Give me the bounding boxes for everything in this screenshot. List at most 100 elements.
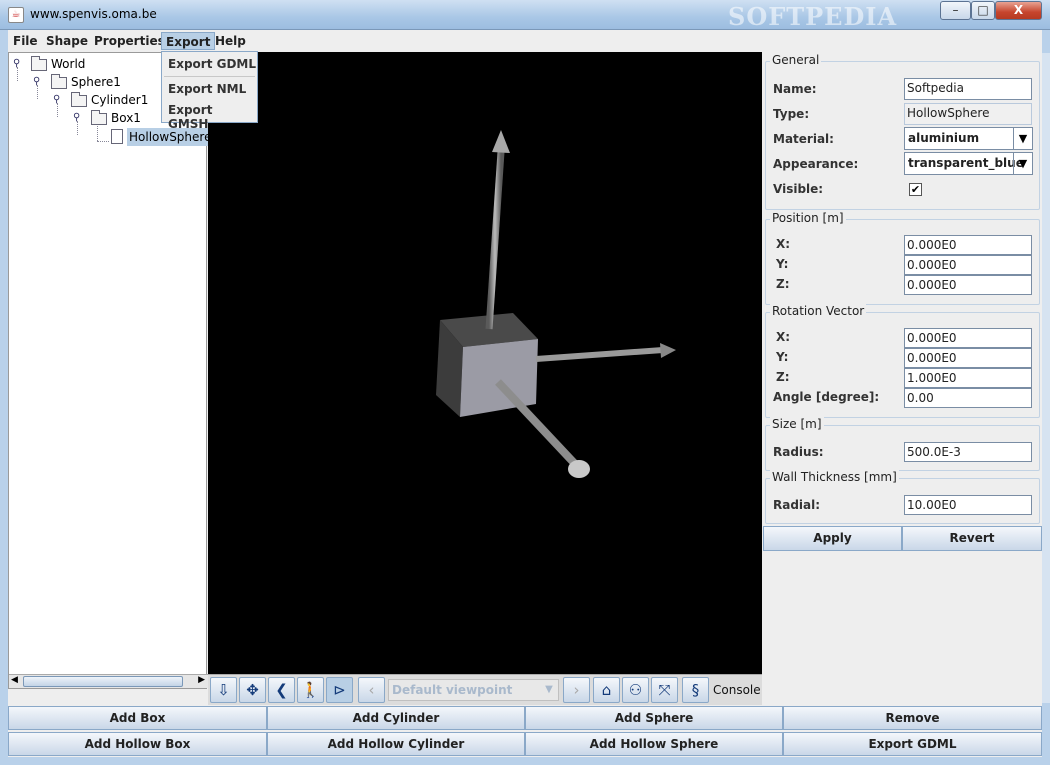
add-hollow-sphere-button[interactable]: Add Hollow Sphere: [525, 732, 783, 756]
name-label: Name:: [773, 82, 817, 96]
appearance-value: transparent_blue: [908, 156, 1024, 170]
home-icon[interactable]: ⌂: [593, 677, 620, 703]
angle-field[interactable]: 0.00: [904, 388, 1032, 408]
menu-file[interactable]: File: [9, 32, 42, 50]
viewpoint-select-value: Default viewpoint: [392, 683, 513, 697]
folder-icon: [31, 56, 47, 71]
menu-help[interactable]: Help: [211, 32, 250, 50]
chevron-down-icon[interactable]: ▼: [540, 680, 558, 700]
rotate-icon[interactable]: ⇩: [210, 677, 237, 703]
document-icon: [111, 129, 123, 144]
visible-checkbox[interactable]: ✔: [909, 183, 922, 196]
viewpoint-prev-icon[interactable]: ‹: [358, 677, 385, 703]
rotation-x-label: X:: [776, 330, 791, 344]
radial-field[interactable]: 10.00E0: [904, 495, 1032, 515]
folder-icon: [91, 110, 107, 125]
group-rotation-vector: Rotation Vector X: 0.000E0 Y: 0.000E0 Z:…: [765, 304, 1040, 418]
position-x-field[interactable]: 0.000E0: [904, 235, 1032, 255]
chevron-down-icon[interactable]: ▼: [1013, 128, 1032, 149]
watermark: SOFTPEDIA: [728, 2, 898, 31]
z-axis-arrowhead: [568, 460, 590, 478]
group-title: Position [m]: [770, 211, 846, 225]
viewpoint-select[interactable]: Default viewpoint ▼: [388, 679, 559, 701]
material-label: Material:: [773, 132, 834, 146]
group-general: General Name: Softpedia Type: HollowSphe…: [765, 53, 1040, 210]
name-field[interactable]: Softpedia: [904, 78, 1032, 100]
viewpoint-next-icon[interactable]: ›: [563, 677, 590, 703]
add-box-button[interactable]: Add Box: [8, 706, 267, 730]
folder-icon: [51, 74, 67, 89]
geometry-tree: ⚲ World ⚲ Sphere1 ⚲ Cylinder1 ⚲ Box1 Hol…: [8, 52, 214, 689]
tree-node-label: Box1: [111, 111, 141, 125]
group-title: Rotation Vector: [770, 304, 867, 318]
pan-icon[interactable]: ✥: [239, 677, 266, 703]
rotation-x-field[interactable]: 0.000E0: [904, 328, 1032, 348]
position-x-label: X:: [776, 237, 791, 251]
add-cylinder-button[interactable]: Add Cylinder: [267, 706, 525, 730]
visible-label: Visible:: [773, 182, 824, 196]
folder-icon: [71, 92, 87, 107]
menu-item-export-gmsh[interactable]: Export GMSH: [168, 103, 257, 131]
tree-horizontal-scrollbar[interactable]: ◀ ▶: [9, 674, 208, 688]
fit-view-icon[interactable]: ⤧: [651, 677, 678, 703]
position-z-field[interactable]: 0.000E0: [904, 275, 1032, 295]
fly-icon[interactable]: ⊳: [326, 677, 353, 703]
viewport-toolbar: ⇩ ✥ ❮ 🚶 ⊳ ‹ Default viewpoint ▼ › ⌂ ⚇ ⤧ …: [208, 674, 762, 705]
add-hollow-cylinder-button[interactable]: Add Hollow Cylinder: [267, 732, 525, 756]
scroll-right-icon[interactable]: ▶: [198, 675, 205, 685]
previous-icon[interactable]: ❮: [268, 677, 295, 703]
menu-item-export-nml[interactable]: Export NML: [168, 82, 246, 96]
export-gdml-button[interactable]: Export GDML: [783, 732, 1042, 756]
chevron-down-icon[interactable]: ▼: [1013, 153, 1032, 174]
angle-label: Angle [degree]:: [773, 390, 880, 404]
group-position: Position [m] X: 0.000E0 Y: 0.000E0 Z: 0.…: [765, 211, 1040, 305]
group-size: Size [m] Radius: 500.0E-3: [765, 417, 1040, 471]
scrollbar-thumb[interactable]: [23, 676, 183, 687]
rotation-y-label: Y:: [776, 350, 789, 364]
scroll-left-icon[interactable]: ◀: [11, 675, 18, 685]
add-hollow-box-button[interactable]: Add Hollow Box: [8, 732, 267, 756]
3d-viewport[interactable]: [208, 52, 762, 674]
console-icon[interactable]: §: [682, 677, 709, 703]
tree-toggle-icon[interactable]: ⚲: [53, 91, 60, 109]
remove-button[interactable]: Remove: [783, 706, 1042, 730]
tree-toggle-icon[interactable]: ⚲: [33, 73, 40, 91]
position-z-label: Z:: [776, 277, 790, 291]
close-button[interactable]: X: [995, 1, 1042, 20]
tree-toggle-icon[interactable]: ⚲: [13, 55, 20, 73]
menu-item-export-gdml[interactable]: Export GDML: [168, 57, 256, 71]
scene-svg: [436, 130, 676, 478]
console-button[interactable]: Console: [713, 683, 761, 697]
title-bar: ☕ www.spenvis.oma.be SOFTPEDIA – □ X: [0, 0, 1050, 31]
add-sphere-button[interactable]: Add Sphere: [525, 706, 783, 730]
maximize-button[interactable]: □: [971, 1, 995, 20]
menu-shape[interactable]: Shape: [42, 32, 92, 50]
type-field: HollowSphere: [904, 103, 1032, 125]
group-wall-thickness: Wall Thickness [mm] Radial: 10.00E0: [765, 470, 1040, 524]
z-axis-arrow: [495, 379, 579, 468]
rotation-z-field[interactable]: 1.000E0: [904, 368, 1032, 388]
position-y-field[interactable]: 0.000E0: [904, 255, 1032, 275]
tree-node-label: Cylinder1: [91, 93, 149, 107]
material-value: aluminium: [908, 131, 980, 145]
tree-toggle-icon[interactable]: ⚲: [73, 109, 80, 127]
appearance-select[interactable]: transparent_blue ▼: [904, 152, 1033, 175]
radius-field[interactable]: 500.0E-3: [904, 442, 1032, 462]
position-y-label: Y:: [776, 257, 789, 271]
y-axis-arrowhead: [492, 130, 510, 153]
walk-icon[interactable]: 🚶: [297, 677, 324, 703]
revert-button[interactable]: Revert: [902, 526, 1042, 551]
menu-properties[interactable]: Properties: [90, 32, 169, 50]
radius-label: Radius:: [773, 445, 824, 459]
appearance-label: Appearance:: [773, 157, 859, 171]
menu-export[interactable]: Export: [161, 32, 216, 50]
radial-label: Radial:: [773, 498, 821, 512]
apply-button[interactable]: Apply: [763, 526, 902, 551]
menu-bar: File Shape Properties Export Help: [8, 30, 1042, 52]
minimize-button[interactable]: –: [940, 1, 971, 20]
menu-separator: [164, 76, 255, 77]
rotation-y-field[interactable]: 0.000E0: [904, 348, 1032, 368]
material-select[interactable]: aluminium ▼: [904, 127, 1033, 150]
binoculars-icon[interactable]: ⚇: [622, 677, 649, 703]
window-edge: [1042, 53, 1050, 703]
